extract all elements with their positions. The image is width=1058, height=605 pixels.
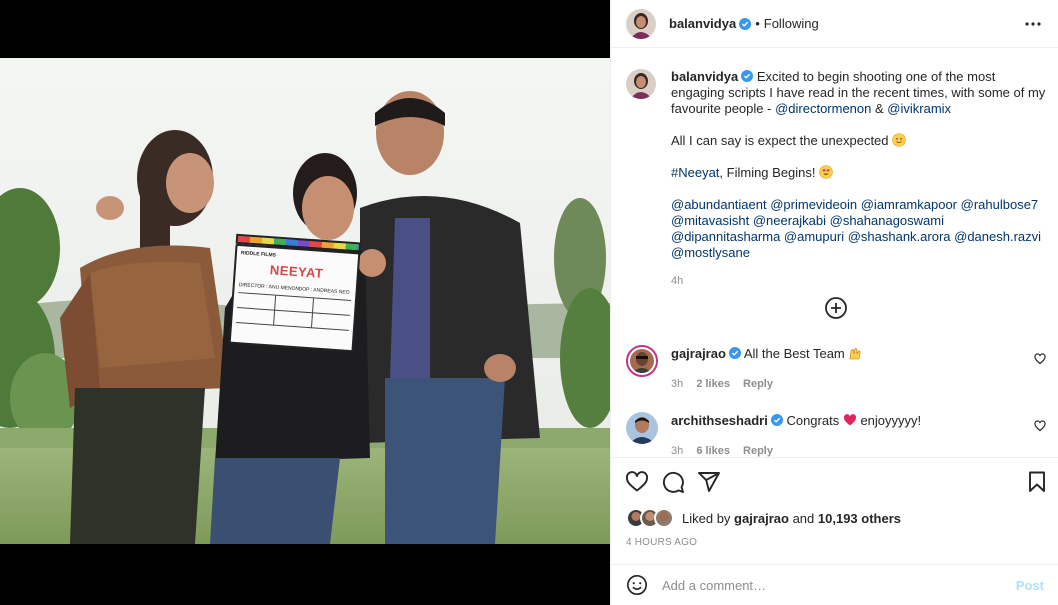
- caption-time[interactable]: 4h: [671, 273, 1046, 289]
- caption-ampersand: &: [871, 101, 888, 116]
- mention-link[interactable]: @ivikramix: [887, 101, 951, 116]
- verified-badge-icon: [728, 347, 741, 359]
- liked-by-user[interactable]: gajrajrao: [734, 511, 789, 526]
- more-options-icon[interactable]: [1021, 12, 1045, 36]
- slightly-smiling-emoji-icon: [892, 133, 906, 147]
- post-comment-button[interactable]: Post: [1016, 578, 1044, 593]
- likes-text: Liked by gajrajrao and 10,193 others: [682, 511, 901, 526]
- comment-heart-icon[interactable]: [1034, 420, 1046, 432]
- clapper-director: DIRECTOR : ANU MENON: [238, 282, 300, 293]
- hashtag-link[interactable]: #Neeyat: [671, 165, 719, 180]
- post-header: balanvidya • Following: [611, 0, 1058, 48]
- likes-middle: and: [788, 510, 818, 526]
- clapper-dop: DOP : ANDREAS NEO: [298, 286, 350, 296]
- verified-badge-icon: [770, 414, 783, 426]
- comment-heart-icon[interactable]: [1034, 353, 1046, 365]
- comment-item: archithseshadri Congrats enjoyyyyy! 3h 6…: [626, 412, 1046, 457]
- separator-dot: •: [755, 16, 760, 31]
- share-icon[interactable]: [697, 470, 721, 494]
- likes-count[interactable]: 10,193 others: [818, 511, 901, 526]
- comment-icon[interactable]: [661, 470, 685, 494]
- bookmark-icon[interactable]: [1025, 470, 1049, 494]
- avatar[interactable]: [626, 69, 656, 99]
- comment-body: gajrajrao All the Best Team 3h 2 likes R…: [671, 345, 1046, 393]
- liker-avatar: [654, 508, 674, 528]
- comment-text: Congrats: [786, 413, 840, 428]
- reply-button[interactable]: Reply: [743, 445, 773, 457]
- post-detail-panel: balanvidya • Following balanvidya Excite…: [610, 0, 1058, 605]
- heart-eyes-emoji-icon: [819, 165, 833, 179]
- comment-item: gajrajrao All the Best Team 3h 2 likes R…: [626, 345, 1046, 393]
- avatar[interactable]: [626, 412, 658, 444]
- action-bar: [611, 457, 1058, 505]
- comment-time[interactable]: 3h: [671, 378, 683, 390]
- comment-input[interactable]: [662, 577, 1016, 593]
- post-media: RIDDLE FILMS NEEYAT DIRECTOR : ANU MENON…: [0, 0, 610, 605]
- heart-icon[interactable]: [625, 470, 649, 494]
- avatar[interactable]: [626, 345, 658, 377]
- likes-prefix: Liked by: [682, 510, 735, 526]
- post-photo[interactable]: RIDDLE FILMS NEEYAT DIRECTOR : ANU MENON…: [0, 58, 610, 544]
- comment-username[interactable]: archithseshadri: [671, 413, 768, 428]
- comment-text: All the Best Team: [743, 346, 845, 361]
- clapper-grid: [235, 292, 352, 344]
- red-heart-emoji-icon: [843, 414, 856, 426]
- comment-username[interactable]: gajrajrao: [671, 346, 726, 361]
- load-more-icon[interactable]: [824, 296, 848, 320]
- caption-username[interactable]: balanvidya: [671, 69, 738, 84]
- liker-avatars[interactable]: [626, 508, 674, 528]
- commenter-avatar-image: [630, 349, 654, 373]
- reply-button[interactable]: Reply: [743, 378, 773, 390]
- following-button[interactable]: Following: [764, 16, 819, 31]
- clapper-studio: RIDDLE FILMS: [240, 250, 277, 259]
- author-avatar-image: [626, 69, 656, 99]
- caption-text: , Filming Begins!: [719, 165, 816, 180]
- post-date[interactable]: 4 HOURS AGO: [626, 537, 697, 548]
- raising-hands-emoji-icon: [850, 348, 861, 360]
- commenter-avatar-image: [626, 412, 658, 444]
- comments-area[interactable]: balanvidya Excited to begin shooting one…: [611, 49, 1058, 457]
- author-username[interactable]: balanvidya: [669, 16, 736, 31]
- emoji-icon[interactable]: [626, 574, 648, 596]
- caption-text: All I can say is expect the unexpected: [671, 133, 889, 148]
- verified-badge-icon: [739, 17, 752, 30]
- likes-summary: Liked by gajrajrao and 10,193 others: [626, 508, 901, 528]
- comment-time[interactable]: 3h: [671, 445, 683, 457]
- comment-likes[interactable]: 2 likes: [696, 378, 730, 390]
- comment-body: archithseshadri Congrats enjoyyyyy! 3h 6…: [671, 412, 1046, 457]
- comment-meta: 3h 6 likes Reply: [671, 442, 1046, 457]
- caption-body: balanvidya Excited to begin shooting one…: [671, 69, 1046, 289]
- author-avatar-image: [626, 8, 656, 39]
- comment-meta: 3h 2 likes Reply: [671, 375, 1046, 393]
- mentions-list[interactable]: @abundantiaent @primevideoin @iamramkapo…: [671, 197, 1046, 261]
- mention-link[interactable]: @directormenon: [775, 101, 871, 116]
- avatar[interactable]: [626, 8, 656, 39]
- clapper-title: NEEYAT: [269, 262, 324, 281]
- comment-likes[interactable]: 6 likes: [696, 445, 730, 457]
- add-comment-bar: Post: [611, 564, 1058, 605]
- caption: balanvidya Excited to begin shooting one…: [626, 69, 1046, 289]
- verified-badge-icon: [741, 70, 754, 82]
- clapperboard: RIDDLE FILMS NEEYAT DIRECTOR : ANU MENON…: [228, 233, 362, 353]
- comment-text: enjoyyyyy!: [860, 413, 922, 428]
